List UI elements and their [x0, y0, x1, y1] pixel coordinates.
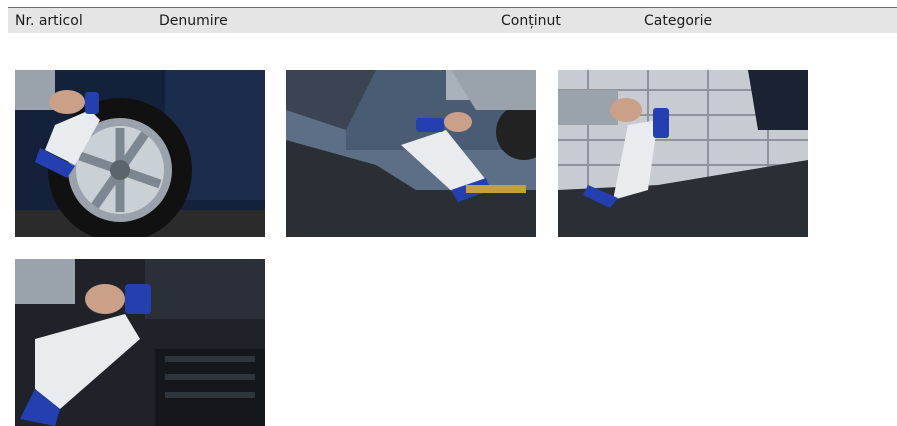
sprayer-on-wheel-image — [15, 70, 265, 237]
sprayer-engine-closeup-image — [15, 259, 265, 426]
sprayer-engine-fence-image — [558, 70, 808, 237]
gallery-image-1[interactable] — [15, 70, 265, 237]
gallery-image-2[interactable] — [286, 70, 536, 237]
column-header-article-no[interactable]: Nr. articol — [15, 12, 83, 30]
column-header-category[interactable]: Categorie — [644, 12, 712, 30]
gallery-image-4[interactable] — [15, 259, 265, 426]
column-header-name[interactable]: Denumire — [159, 12, 228, 30]
gallery-image-3[interactable] — [558, 70, 808, 237]
table-header: Nr. articol Denumire Conținut Categorie — [8, 7, 897, 33]
column-header-content[interactable]: Conținut — [501, 12, 561, 30]
sprayer-engine-bay-image — [286, 70, 536, 237]
